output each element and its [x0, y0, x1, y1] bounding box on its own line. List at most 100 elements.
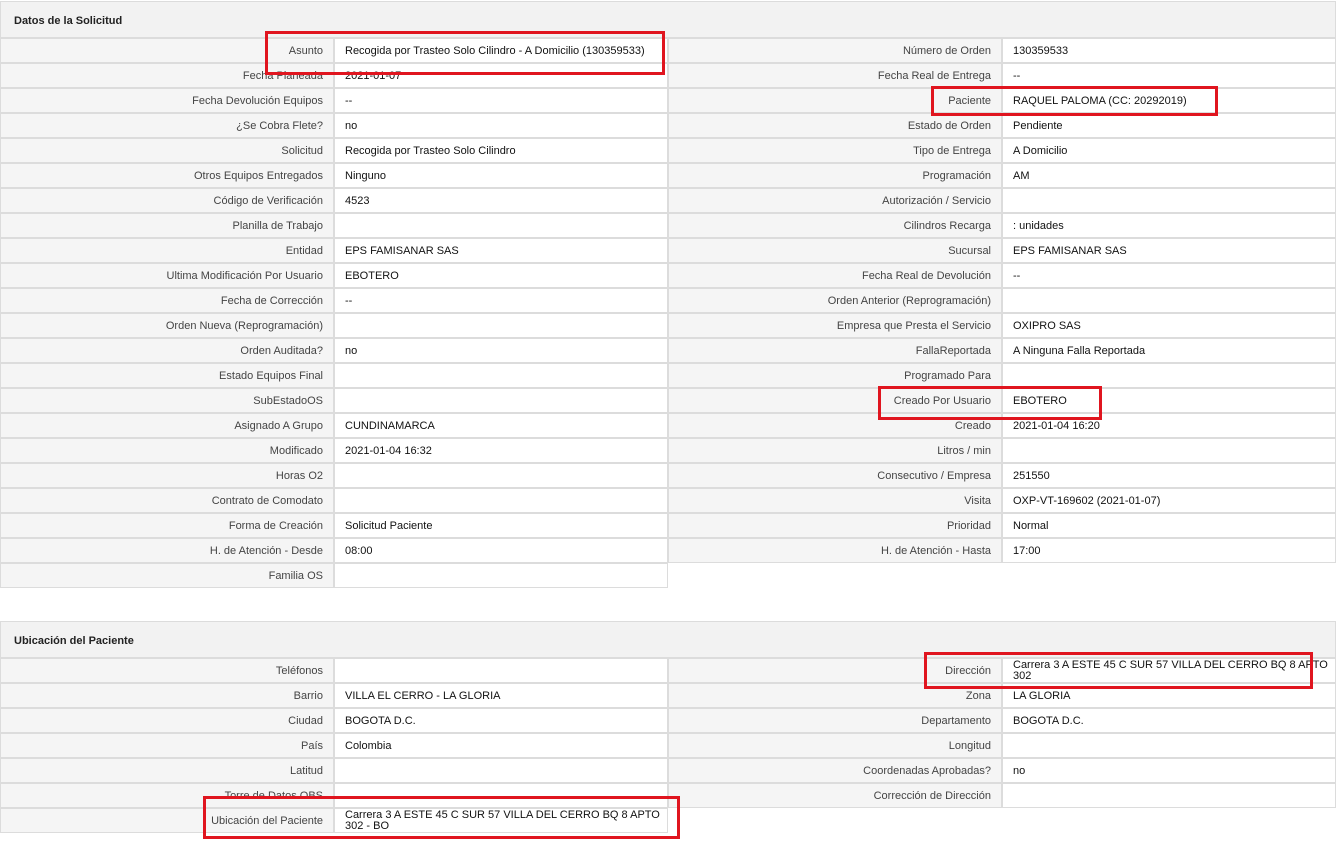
programado-para-value	[1002, 363, 1336, 388]
departamento-value: BOGOTA D.C.	[1002, 708, 1336, 733]
cilindros-recarga-value: : unidades	[1002, 213, 1336, 238]
section-header-datos: Datos de la Solicitud	[0, 1, 1336, 38]
orden-anterior-reprogramacion-label: Orden Anterior (Reprogramación)	[668, 288, 1002, 313]
section-header-ubicacion: Ubicación del Paciente	[0, 621, 1336, 658]
numero-de-orden-label: Número de Orden	[668, 38, 1002, 63]
creado-value: 2021-01-04 16:20	[1002, 413, 1336, 438]
paciente-label: Paciente	[668, 88, 1002, 113]
paciente-value: RAQUEL PALOMA (CC: 20292019)	[1002, 88, 1336, 113]
cilindros-recarga-label: Cilindros Recarga	[668, 213, 1002, 238]
programacion-label: Programación	[668, 163, 1002, 188]
planilla-de-trabajo-value	[334, 213, 668, 238]
otros-equipos-entregados-label: Otros Equipos Entregados	[0, 163, 334, 188]
empresa-que-presta-el-servicio-value: OXIPRO SAS	[1002, 313, 1336, 338]
telefonos-label: Teléfonos	[0, 658, 334, 683]
autorizacion-servicio-label: Autorización / Servicio	[668, 188, 1002, 213]
entidad-label: Entidad	[0, 238, 334, 263]
fecha-real-de-entrega-label: Fecha Real de Entrega	[668, 63, 1002, 88]
estado-de-orden-value: Pendiente	[1002, 113, 1336, 138]
codigo-de-verificacion-value: 4523	[334, 188, 668, 213]
visita-label: Visita	[668, 488, 1002, 513]
entidad-value: EPS FAMISANAR SAS	[334, 238, 668, 263]
coordenadas-aprobadas-value: no	[1002, 758, 1336, 783]
tipo-de-entrega-label: Tipo de Entrega	[668, 138, 1002, 163]
fecha-real-de-devolucion-value: --	[1002, 263, 1336, 288]
empresa-que-presta-el-servicio-label: Empresa que Presta el Servicio	[668, 313, 1002, 338]
litros-min-value	[1002, 438, 1336, 463]
fecha-devolucion-equipos-label: Fecha Devolución Equipos	[0, 88, 334, 113]
codigo-de-verificacion-label: Código de Verificación	[0, 188, 334, 213]
zona-label: Zona	[668, 683, 1002, 708]
estado-equipos-final-value	[334, 363, 668, 388]
programacion-value: AM	[1002, 163, 1336, 188]
ultima-modificacion-por-usuario-value: EBOTERO	[334, 263, 668, 288]
correccion-de-direccion-label: Corrección de Dirección	[668, 783, 1002, 808]
ciudad-value: BOGOTA D.C.	[334, 708, 668, 733]
longitud-label: Longitud	[668, 733, 1002, 758]
contrato-de-comodato-value	[334, 488, 668, 513]
sucursal-value: EPS FAMISANAR SAS	[1002, 238, 1336, 263]
estado-equipos-final-label: Estado Equipos Final	[0, 363, 334, 388]
correccion-de-direccion-value	[1002, 783, 1336, 808]
modificado-label: Modificado	[0, 438, 334, 463]
latitud-value	[334, 758, 668, 783]
creado-por-usuario-label: Creado Por Usuario	[668, 388, 1002, 413]
pais-label: País	[0, 733, 334, 758]
solicitud-value: Recogida por Trasteo Solo Cilindro	[334, 138, 668, 163]
zona-value: LA GLORIA	[1002, 683, 1336, 708]
asunto-value: Recogida por Trasteo Solo Cilindro - A D…	[334, 38, 668, 63]
telefonos-value	[334, 658, 668, 683]
fecha-real-de-entrega-value: --	[1002, 63, 1336, 88]
departamento-label: Departamento	[668, 708, 1002, 733]
h-de-atencion-hasta-value: 17:00	[1002, 538, 1336, 563]
torre-de-datos-obs-label: Torre de Datos OBS	[0, 783, 334, 808]
orden-auditada-value: no	[334, 338, 668, 363]
coordenadas-aprobadas-label: Coordenadas Aprobadas?	[668, 758, 1002, 783]
horas-o2-value	[334, 463, 668, 488]
creado-label: Creado	[668, 413, 1002, 438]
forma-de-creacion-label: Forma de Creación	[0, 513, 334, 538]
orden-anterior-reprogramacion-value	[1002, 288, 1336, 313]
fecha-de-correccion-label: Fecha de Corrección	[0, 288, 334, 313]
fallareportada-value: A Ninguna Falla Reportada	[1002, 338, 1336, 363]
prioridad-label: Prioridad	[668, 513, 1002, 538]
direccion-label: Dirección	[668, 658, 1002, 683]
ubicacion-del-paciente-value: Carrera 3 A ESTE 45 C SUR 57 VILLA DEL C…	[334, 808, 668, 833]
creado-por-usuario-value: EBOTERO	[1002, 388, 1336, 413]
solicitud-label: Solicitud	[0, 138, 334, 163]
fecha-planeada-value: 2021-01-07	[334, 63, 668, 88]
otros-equipos-entregados-value: Ninguno	[334, 163, 668, 188]
subestadoos-label: SubEstadoOS	[0, 388, 334, 413]
orden-nueva-reprogramacion-label: Orden Nueva (Reprogramación)	[0, 313, 334, 338]
programado-para-label: Programado Para	[668, 363, 1002, 388]
asignado-a-grupo-value: CUNDINAMARCA	[334, 413, 668, 438]
asunto-label: Asunto	[0, 38, 334, 63]
direccion-value: Carrera 3 A ESTE 45 C SUR 57 VILLA DEL C…	[1002, 658, 1336, 683]
fecha-planeada-label: Fecha Planeada	[0, 63, 334, 88]
latitud-label: Latitud	[0, 758, 334, 783]
h-de-atencion-desde-value: 08:00	[334, 538, 668, 563]
horas-o2-label: Horas O2	[0, 463, 334, 488]
pais-value: Colombia	[334, 733, 668, 758]
ciudad-label: Ciudad	[0, 708, 334, 733]
h-de-atencion-desde-label: H. de Atención - Desde	[0, 538, 334, 563]
asignado-a-grupo-label: Asignado A Grupo	[0, 413, 334, 438]
torre-de-datos-obs-value	[334, 783, 668, 808]
longitud-value	[1002, 733, 1336, 758]
estado-de-orden-label: Estado de Orden	[668, 113, 1002, 138]
autorizacion-servicio-value	[1002, 188, 1336, 213]
forma-de-creacion-value: Solicitud Paciente	[334, 513, 668, 538]
prioridad-value: Normal	[1002, 513, 1336, 538]
se-cobra-flete-value: no	[334, 113, 668, 138]
numero-de-orden-value: 130359533	[1002, 38, 1336, 63]
consecutivo-empresa-value: 251550	[1002, 463, 1336, 488]
fallareportada-label: FallaReportada	[668, 338, 1002, 363]
familia-os-label: Familia OS	[0, 563, 334, 588]
consecutivo-empresa-label: Consecutivo / Empresa	[668, 463, 1002, 488]
contrato-de-comodato-label: Contrato de Comodato	[0, 488, 334, 513]
barrio-value: VILLA EL CERRO - LA GLORIA	[334, 683, 668, 708]
subestadoos-value	[334, 388, 668, 413]
litros-min-label: Litros / min	[668, 438, 1002, 463]
fecha-de-correccion-value: --	[334, 288, 668, 313]
section-title: Ubicación del Paciente	[14, 635, 134, 647]
